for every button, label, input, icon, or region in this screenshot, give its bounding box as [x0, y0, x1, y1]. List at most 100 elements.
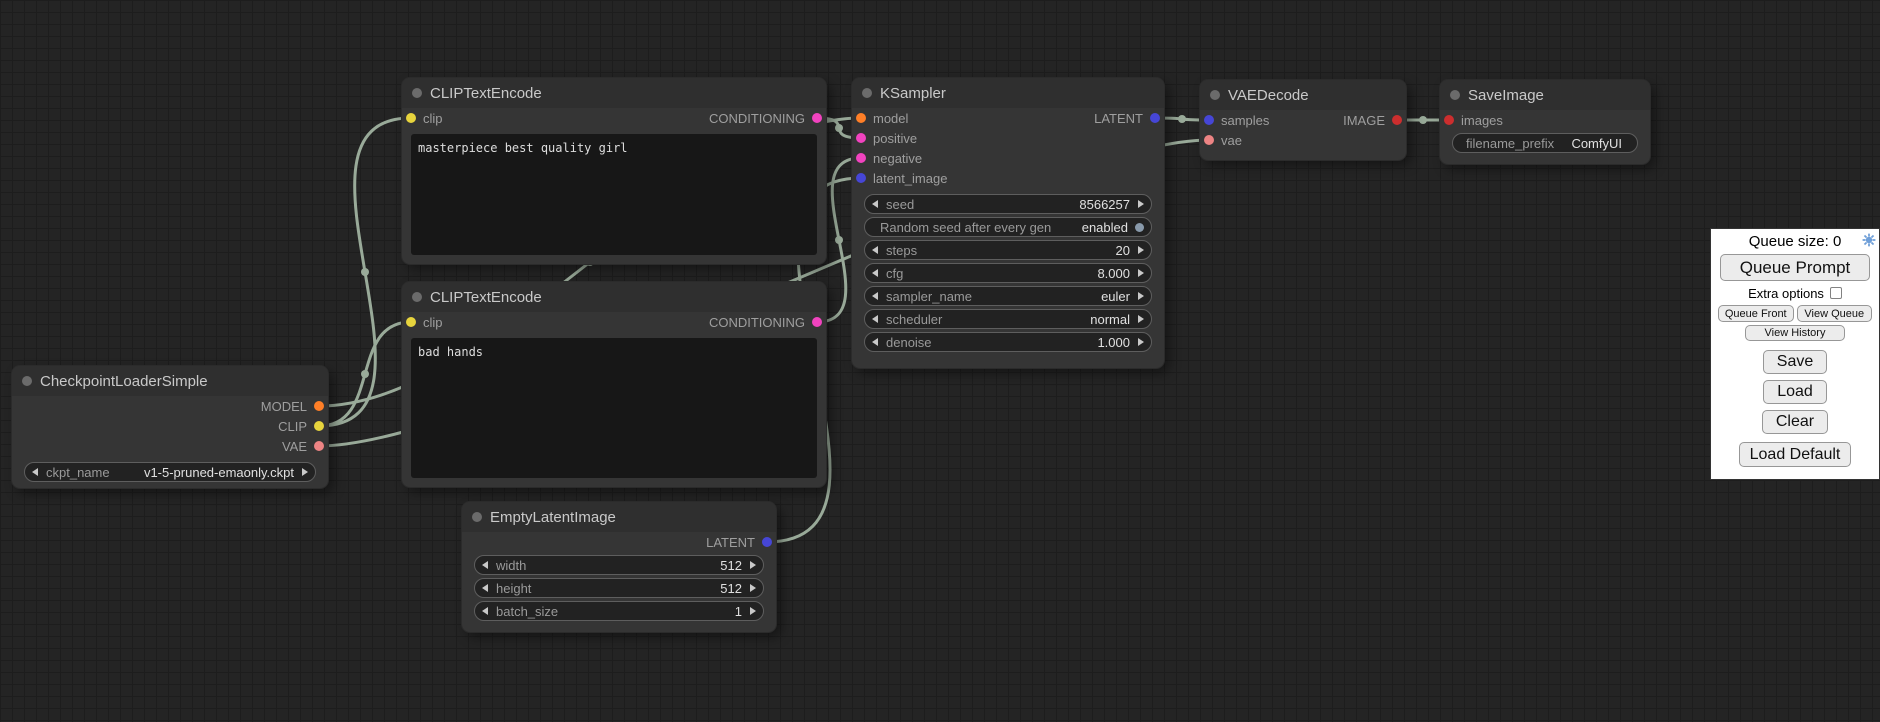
comfy-menu-panel[interactable]: Queue size: 0 Queue Prompt Extra options… [1710, 228, 1880, 480]
widget-scheduler[interactable]: scheduler normal [864, 309, 1152, 329]
output-slot-vae[interactable] [314, 441, 324, 451]
widget-label: seed [886, 197, 914, 212]
decrement-arrow-icon[interactable] [482, 584, 488, 592]
combo-right-arrow-icon[interactable] [1138, 315, 1144, 323]
node-collapse-dot-icon[interactable] [1210, 90, 1220, 100]
widget-ckpt-name[interactable]: ckpt_name v1-5-pruned-emaonly.ckpt [24, 462, 316, 482]
increment-arrow-icon[interactable] [1138, 338, 1144, 346]
increment-arrow-icon[interactable] [750, 607, 756, 615]
node-emptylatentimage[interactable]: EmptyLatentImage LATENT width 512 height… [462, 502, 776, 632]
output-slot-latent[interactable] [1150, 113, 1160, 123]
decrement-arrow-icon[interactable] [872, 338, 878, 346]
output-label-conditioning: CONDITIONING [709, 111, 805, 126]
increment-arrow-icon[interactable] [1138, 246, 1144, 254]
node-title: CLIPTextEncode [430, 289, 542, 306]
view-queue-button[interactable]: View Queue [1797, 305, 1873, 322]
widget-label: width [496, 558, 526, 573]
node-title-bar[interactable]: EmptyLatentImage [462, 502, 776, 532]
combo-left-arrow-icon[interactable] [872, 315, 878, 323]
node-title-bar[interactable]: SaveImage [1440, 80, 1650, 110]
combo-left-arrow-icon[interactable] [872, 292, 878, 300]
node-collapse-dot-icon[interactable] [22, 376, 32, 386]
output-label-latent: LATENT [706, 535, 755, 550]
widget-seed[interactable]: seed 8566257 [864, 194, 1152, 214]
widget-height[interactable]: height 512 [474, 578, 764, 598]
clear-button[interactable]: Clear [1762, 410, 1828, 434]
widget-value: ComfyUI [1571, 136, 1622, 151]
input-slot-images[interactable] [1444, 115, 1454, 125]
prompt-text-input[interactable]: bad hands [411, 338, 817, 478]
node-collapse-dot-icon[interactable] [1450, 90, 1460, 100]
widget-width[interactable]: width 512 [474, 555, 764, 575]
widget-filename-prefix[interactable]: filename_prefix ComfyUI [1452, 133, 1638, 153]
node-checkpointloadersimple[interactable]: CheckpointLoaderSimple MODEL CLIP VAE ck… [12, 366, 328, 488]
extra-options-checkbox[interactable] [1830, 287, 1842, 299]
node-collapse-dot-icon[interactable] [472, 512, 482, 522]
combo-right-arrow-icon[interactable] [302, 468, 308, 476]
increment-arrow-icon[interactable] [750, 584, 756, 592]
widget-steps[interactable]: steps 20 [864, 240, 1152, 260]
decrement-arrow-icon[interactable] [872, 200, 878, 208]
input-slot-vae[interactable] [1204, 135, 1214, 145]
decrement-arrow-icon[interactable] [872, 269, 878, 277]
settings-gear-icon[interactable] [1862, 233, 1876, 247]
combo-left-arrow-icon[interactable] [32, 468, 38, 476]
input-slot-negative[interactable] [856, 153, 866, 163]
save-button[interactable]: Save [1763, 350, 1827, 374]
input-slot-samples[interactable] [1204, 115, 1214, 125]
queue-prompt-button[interactable]: Queue Prompt [1720, 254, 1870, 281]
increment-arrow-icon[interactable] [1138, 269, 1144, 277]
view-history-button[interactable]: View History [1745, 325, 1845, 341]
output-slot-conditioning[interactable] [812, 317, 822, 327]
decrement-arrow-icon[interactable] [482, 561, 488, 569]
increment-arrow-icon[interactable] [750, 561, 756, 569]
node-saveimage[interactable]: SaveImage images filename_prefix ComfyUI [1440, 80, 1650, 164]
widget-value: enabled [1082, 220, 1128, 235]
input-slot-clip[interactable] [406, 317, 416, 327]
widget-sampler-name[interactable]: sampler_name euler [864, 286, 1152, 306]
node-title-bar[interactable]: VAEDecode [1200, 80, 1406, 110]
output-label-vae: VAE [282, 439, 307, 454]
load-button[interactable]: Load [1763, 380, 1827, 404]
node-title-bar[interactable]: CheckpointLoaderSimple [12, 366, 328, 396]
output-slot-latent[interactable] [762, 537, 772, 547]
widget-label: sampler_name [886, 289, 972, 304]
node-title-bar[interactable]: KSampler [852, 78, 1164, 108]
node-collapse-dot-icon[interactable] [412, 88, 422, 98]
node-vaedecode[interactable]: VAEDecode samples IMAGE vae [1200, 80, 1406, 160]
node-ksampler[interactable]: KSampler model LATENT positive negative … [852, 78, 1164, 368]
input-slot-positive[interactable] [856, 133, 866, 143]
node-title-bar[interactable]: CLIPTextEncode [402, 282, 826, 312]
node-collapse-dot-icon[interactable] [412, 292, 422, 302]
output-slot-conditioning[interactable] [812, 113, 822, 123]
widget-batch-size[interactable]: batch_size 1 [474, 601, 764, 621]
widget-denoise[interactable]: denoise 1.000 [864, 332, 1152, 352]
output-slot-clip[interactable] [314, 421, 324, 431]
node-collapse-dot-icon[interactable] [862, 88, 872, 98]
node-title: VAEDecode [1228, 87, 1309, 104]
output-label-model: MODEL [261, 399, 307, 414]
output-slot-image[interactable] [1392, 115, 1402, 125]
input-slot-latent-image[interactable] [856, 173, 866, 183]
node-title-bar[interactable]: CLIPTextEncode [402, 78, 826, 108]
prompt-text-input[interactable]: masterpiece best quality girl [411, 134, 817, 255]
node-cliptextencode-negative[interactable]: CLIPTextEncode clip CONDITIONING bad han… [402, 282, 826, 487]
widget-label: cfg [886, 266, 903, 281]
widget-random-seed-toggle[interactable]: Random seed after every gen enabled [864, 217, 1152, 237]
increment-arrow-icon[interactable] [1138, 200, 1144, 208]
widget-value: 8566257 [1079, 197, 1130, 212]
toggle-indicator-icon[interactable] [1135, 223, 1144, 232]
queue-front-button[interactable]: Queue Front [1718, 305, 1794, 322]
output-label-image: IMAGE [1343, 113, 1385, 128]
combo-right-arrow-icon[interactable] [1138, 292, 1144, 300]
output-slot-model[interactable] [314, 401, 324, 411]
node-cliptextencode-positive[interactable]: CLIPTextEncode clip CONDITIONING masterp… [402, 78, 826, 264]
widget-value: 1.000 [1097, 335, 1130, 350]
load-default-button[interactable]: Load Default [1739, 442, 1852, 467]
input-slot-model[interactable] [856, 113, 866, 123]
input-slot-clip[interactable] [406, 113, 416, 123]
widget-cfg[interactable]: cfg 8.000 [864, 263, 1152, 283]
decrement-arrow-icon[interactable] [872, 246, 878, 254]
widget-label: filename_prefix [1466, 136, 1554, 151]
decrement-arrow-icon[interactable] [482, 607, 488, 615]
